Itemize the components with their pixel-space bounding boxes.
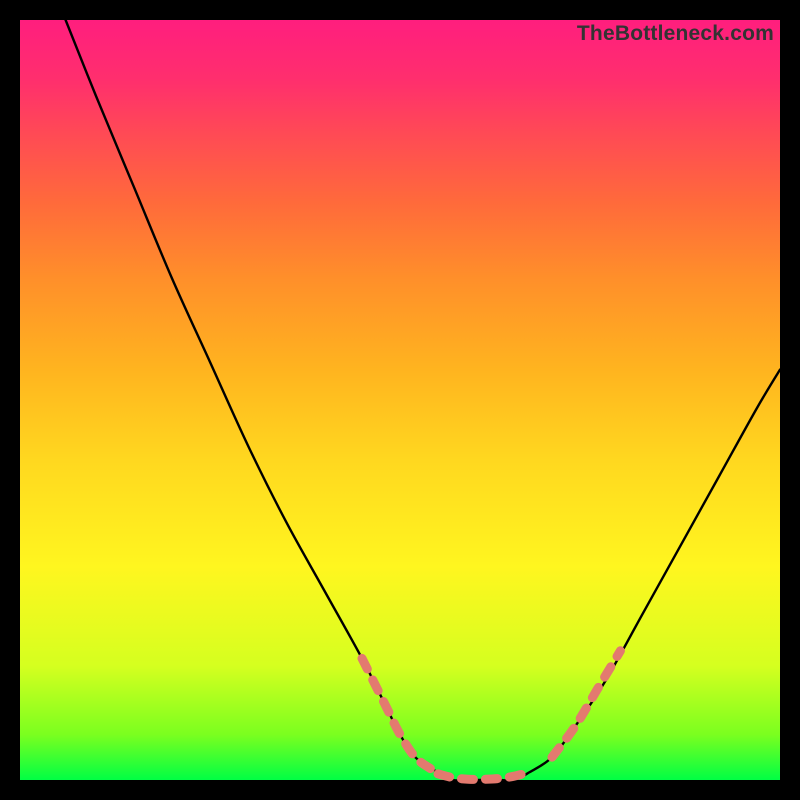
chart-frame: TheBottleneck.com (0, 0, 800, 800)
dashed-highlight (362, 651, 620, 780)
highlight-segment (438, 772, 529, 779)
plot-area: TheBottleneck.com (20, 20, 780, 780)
highlight-segment (552, 651, 620, 757)
bottleneck-curve (66, 20, 780, 781)
curve-svg (20, 20, 780, 780)
highlight-segment (362, 658, 430, 768)
